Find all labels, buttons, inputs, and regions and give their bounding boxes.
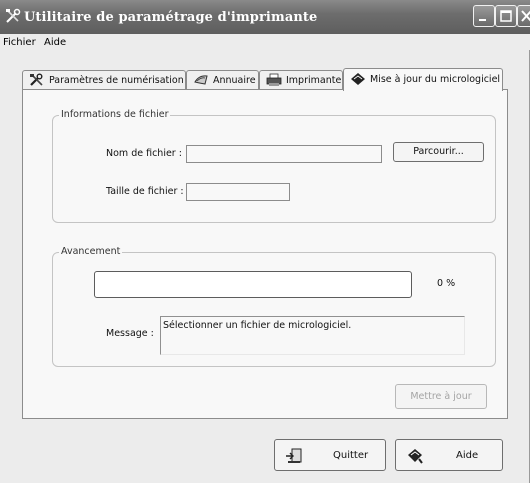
firmware-update-panel: Informations de fichier Nom de fichier :… (22, 89, 508, 419)
quit-button[interactable]: Quitter (274, 439, 386, 471)
help-label: Aide (456, 450, 479, 461)
help-book-icon (406, 447, 424, 465)
window-title: Utilitaire de paramétrage d'imprimante (24, 10, 318, 25)
printer-icon (266, 73, 282, 87)
progress-percent: 0 % (437, 278, 456, 289)
scanner-settings-icon (29, 73, 45, 87)
tab-address-book[interactable]: Annuaire (186, 70, 259, 89)
filesize-label: Taille de fichier : (106, 186, 184, 197)
close-button[interactable] (517, 5, 530, 27)
minimize-icon (479, 19, 486, 21)
app-window: Utilitaire de paramétrage d'imprimante F… (0, 0, 530, 483)
progress-group: Avancement 0 % Message : Sélectionner un… (52, 246, 496, 367)
menu-fichier[interactable]: Fichier (3, 37, 36, 48)
printer-tools-icon (5, 8, 21, 24)
file-info-group: Informations de fichier Nom de fichier :… (52, 109, 496, 223)
file-info-legend: Informations de fichier (59, 109, 171, 120)
filesize-field (186, 183, 290, 201)
message-label: Message : (106, 328, 154, 339)
quit-label: Quitter (333, 450, 369, 461)
firmware-chip-icon (350, 72, 366, 86)
title-bar[interactable]: Utilitaire de paramétrage d'imprimante (0, 0, 530, 34)
address-book-icon (193, 73, 209, 87)
menu-bar: Fichier Aide (0, 34, 530, 50)
progress-bar (94, 271, 412, 298)
tab-label: Imprimante (286, 75, 342, 86)
progress-legend: Avancement (59, 246, 123, 257)
filename-label: Nom de fichier : (106, 148, 182, 159)
message-box: Sélectionner un fichier de micrologiciel… (160, 316, 465, 355)
tab-scan-settings[interactable]: Paramètres de numérisation (22, 70, 186, 89)
tab-printer[interactable]: Imprimante (259, 70, 343, 89)
tab-label: Paramètres de numérisation (49, 75, 184, 86)
filename-field[interactable] (186, 145, 382, 163)
tab-label: Mise à jour du micrologiciel (370, 74, 501, 85)
maximize-icon (500, 10, 512, 22)
tab-firmware-update[interactable]: Mise à jour du micrologiciel (343, 68, 503, 91)
quit-door-icon (285, 447, 303, 465)
minimize-button[interactable] (473, 5, 495, 27)
maximize-button[interactable] (495, 5, 517, 27)
close-icon (521, 10, 530, 22)
menu-aide[interactable]: Aide (44, 37, 66, 48)
tab-label: Annuaire (213, 75, 256, 86)
update-button[interactable]: Mettre à jour (395, 384, 487, 409)
help-button[interactable]: Aide (395, 439, 503, 471)
browse-button[interactable]: Parcourir... (393, 142, 484, 162)
